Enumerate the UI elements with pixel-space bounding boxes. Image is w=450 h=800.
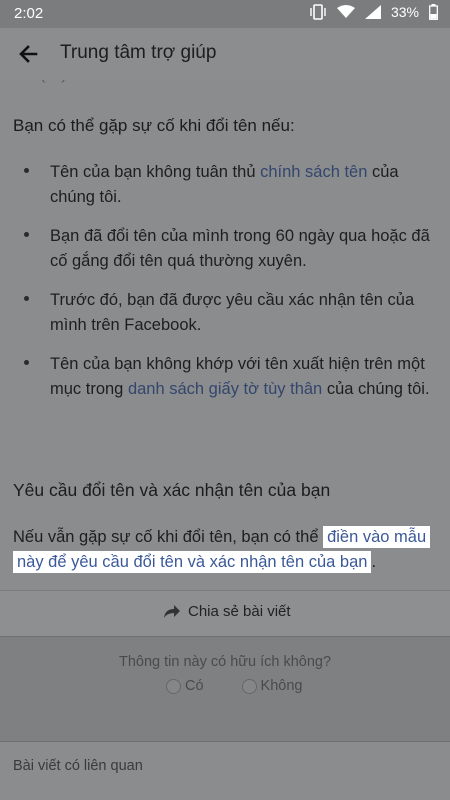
share-inner: Chia sẻ bài viết xyxy=(164,603,291,620)
bullet-dot xyxy=(24,296,29,301)
feedback-section: Thông tin này có hữu ích không? Có Không xyxy=(0,636,450,742)
share-article-button[interactable]: Chia sẻ bài viết xyxy=(0,590,450,636)
bullet-text: Bạn đã đổi tên của mình trong 60 ngày qu… xyxy=(50,227,430,270)
related-title: Bài viết có liên quan xyxy=(13,758,143,774)
name-policy-link[interactable]: chính sách tên xyxy=(260,163,367,181)
bullet-dot xyxy=(24,232,29,237)
back-arrow-icon xyxy=(19,45,38,63)
intro-text: Bạn có thể gặp sự cố khi đổi tên nếu: xyxy=(13,116,295,135)
bullet-text: Tên của bạn không khớp với tên xuất hiện… xyxy=(50,355,430,398)
bullet-text: Trước đó, bạn đã được yêu cầu xác nhận t… xyxy=(50,291,415,334)
share-arrow-icon xyxy=(164,604,180,618)
status-bar: 2:02 33% xyxy=(0,0,450,28)
app-bar: Trung tâm trợ giúp xyxy=(0,28,450,80)
battery-percent: 33% xyxy=(390,4,419,20)
feedback-yes-option[interactable]: Có xyxy=(166,678,204,694)
feedback-question: Thông tin này có hữu ích không? xyxy=(118,654,332,670)
request-paragraph: Nếu vẫn gặp sự cố khi đổi tên, bạn có th… xyxy=(13,525,443,575)
status-time: 2:02 xyxy=(14,5,44,22)
no-label: Không xyxy=(260,678,303,694)
truncated-line: (…)… xyxy=(40,80,400,86)
battery-icon xyxy=(429,4,438,20)
bullet-dot xyxy=(24,168,29,173)
signal-icon xyxy=(364,5,381,19)
back-button[interactable] xyxy=(14,40,44,68)
status-icons: 33% xyxy=(309,4,438,20)
wifi-icon xyxy=(336,5,355,18)
id-list-link[interactable]: danh sách giấy tờ tùy thân xyxy=(128,380,322,398)
bullet-text: Tên của bạn không tuân thủ chính sách tê… xyxy=(50,163,399,206)
yes-label: Có xyxy=(185,678,204,694)
related-articles: Bài viết có liên quan xyxy=(0,742,450,800)
vibrate-icon xyxy=(310,4,326,20)
feedback-options: Có Không xyxy=(166,678,302,694)
yes-radio[interactable] xyxy=(166,678,181,694)
section-title: Yêu cầu đổi tên và xác nhận tên của bạn xyxy=(13,480,331,500)
page-title: Trung tâm trợ giúp xyxy=(60,42,217,63)
bullet-dot xyxy=(24,360,29,365)
share-label: Chia sẻ bài viết xyxy=(188,603,291,620)
feedback-no-option[interactable]: Không xyxy=(241,678,303,694)
no-radio[interactable] xyxy=(241,678,257,694)
article-content: (…)… Bạn có thể gặp sự cố khi đổi tên nế… xyxy=(0,80,450,590)
